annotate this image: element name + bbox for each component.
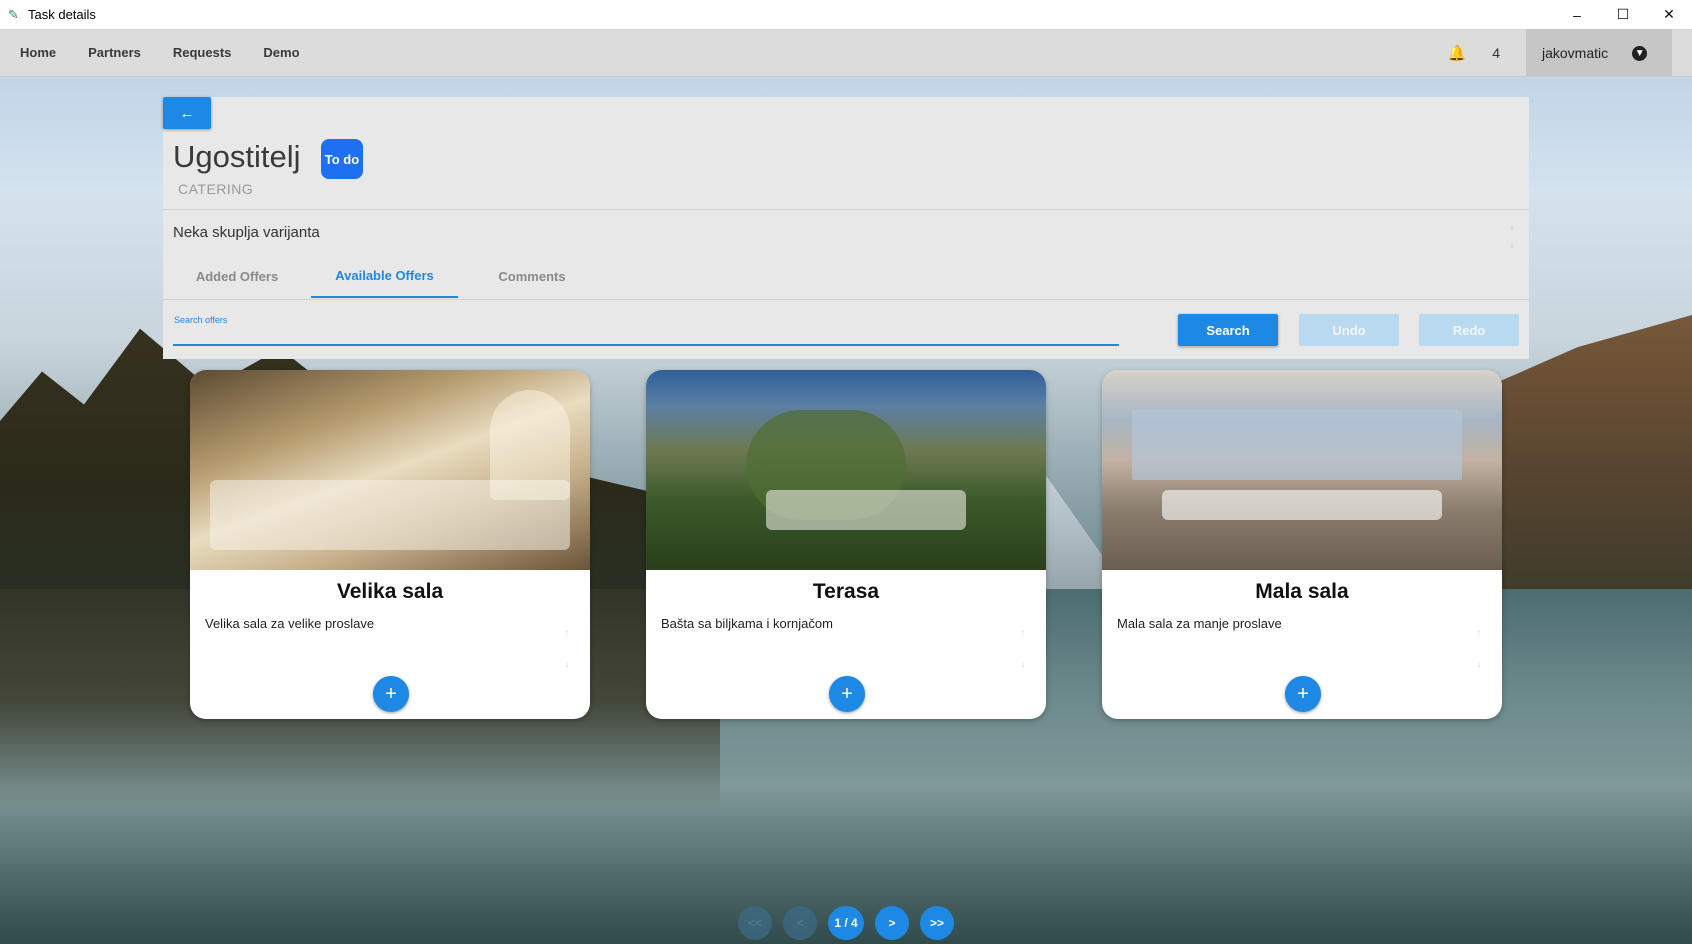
task-category: CATERING [178,181,254,197]
search-button[interactable]: Search [1178,314,1278,346]
minimize-icon[interactable]: – [1554,0,1600,29]
offer-description: Velika sala za velike proslave [205,616,375,631]
page-title: Ugostitelj [173,139,301,174]
nav-item-requests[interactable]: Requests [173,45,232,60]
last-page-button[interactable]: >> [920,906,954,940]
offer-name: Terasa [812,580,880,603]
bell-icon[interactable]: 🔔 [1448,44,1467,62]
arrow-up-icon[interactable]: ↑ [1507,220,1517,236]
add-offer-button[interactable]: + [373,676,409,712]
task-description: Neka skuplja varijanta [173,224,320,241]
add-offer-button[interactable]: + [829,676,865,712]
back-button[interactable]: ← [163,97,211,129]
add-offer-button[interactable]: + [1285,676,1321,712]
offer-name: Mala sala [1255,580,1349,603]
task-panel: ← Ugostitelj To do CATERING Neka skuplja… [163,97,1529,359]
offer-scrollbar[interactable]: ↑ ↓ [560,616,574,680]
offer-image [646,370,1046,570]
arrow-up-icon[interactable]: ↑ [1016,616,1030,648]
tab-added-offers[interactable]: Added Offers [163,254,311,298]
app-icon: ✎ [8,6,19,22]
tab-bar: Added Offers Available Offers Comments [163,254,606,298]
maximize-icon[interactable]: ☐ [1600,0,1646,29]
prev-page-button[interactable]: < [783,906,817,940]
pagination: << < 1 / 4 > >> [738,906,965,940]
offer-scrollbar[interactable]: ↑ ↓ [1472,616,1486,680]
arrow-down-icon[interactable]: ↓ [1016,648,1030,680]
top-navbar: Home Partners Requests Demo 🔔 4 jakovmat… [0,29,1692,77]
nav-item-demo[interactable]: Demo [263,45,299,60]
first-page-button[interactable]: << [738,906,772,940]
user-menu[interactable]: jakovmatic ▼ [1526,29,1672,77]
offer-scrollbar[interactable]: ↑ ↓ [1016,616,1030,680]
search-input[interactable] [173,326,1119,346]
arrow-up-icon[interactable]: ↑ [1472,616,1486,648]
window-titlebar: ✎ Task details – ☐ ✕ [0,0,1692,29]
nav-item-home[interactable]: Home [20,45,56,60]
notification-count: 4 [1492,45,1500,61]
search-label: Search offers [174,315,228,325]
arrow-down-icon[interactable]: ↓ [1472,648,1486,680]
undo-button[interactable]: Undo [1299,314,1399,346]
username: jakovmatic [1542,45,1609,61]
nav-item-partners[interactable]: Partners [88,45,141,60]
offer-image [190,370,590,570]
offer-image [1102,370,1502,570]
offer-card: Terasa Bašta sa biljkama i kornjačom ↑ ↓… [646,370,1046,719]
tab-comments[interactable]: Comments [458,254,606,298]
next-page-button[interactable]: > [875,906,909,940]
description-scrollbar[interactable]: ↑ ↓ [1507,220,1517,252]
arrow-left-icon: ← [179,104,195,122]
divider [163,299,1529,300]
status-badge: To do [321,139,363,179]
offer-name: Velika sala [336,580,444,603]
window-title: Task details [28,7,96,22]
offer-description: Mala sala za manje proslave [1117,616,1282,631]
tab-available-offers[interactable]: Available Offers [311,254,458,298]
divider [163,209,1529,210]
arrow-up-icon[interactable]: ↑ [560,616,574,648]
close-icon[interactable]: ✕ [1646,0,1692,29]
arrow-down-icon[interactable]: ↓ [560,648,574,680]
arrow-down-icon[interactable]: ↓ [1507,236,1517,252]
redo-button[interactable]: Redo [1419,314,1519,346]
offer-card: Velika sala Velika sala za velike prosla… [190,370,590,719]
chevron-down-icon: ▼ [1632,45,1648,61]
nav-right-area: 🔔 4 jakovmatic ▼ [1448,29,1692,77]
current-page-indicator: 1 / 4 [828,906,864,940]
window-controls: – ☐ ✕ [1554,0,1692,29]
offer-card: Mala sala Mala sala za manje proslave ↑ … [1102,370,1502,719]
offer-description: Bašta sa biljkama i kornjačom [661,616,833,631]
